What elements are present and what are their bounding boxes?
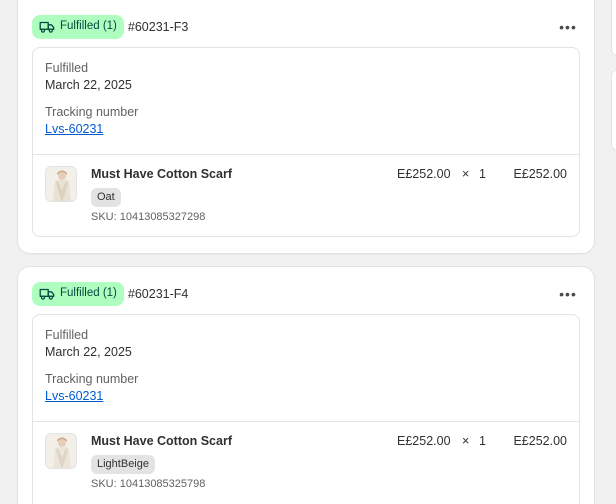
product-name[interactable]: Must Have Cotton Scarf — [91, 434, 232, 448]
variant-badge: Oat — [91, 188, 121, 207]
fulfillment-card: Fulfilled (1) #60231-F3 ••• Fulfilled Ma… — [18, 0, 594, 253]
tracking-number-label: Tracking number — [45, 372, 139, 386]
fulfillment-info: Fulfilled March 22, 2025 Tracking number… — [33, 315, 579, 421]
tracking-number-link[interactable]: Lvs-60231 — [45, 387, 103, 405]
product-name[interactable]: Must Have Cotton Scarf — [91, 167, 232, 181]
badge-label: Fulfilled (1) — [60, 287, 117, 300]
fulfilled-status-badge: Fulfilled (1) — [32, 15, 124, 39]
unit-price: E£252.00 — [397, 434, 451, 448]
fulfillment-date: March 22, 2025 — [45, 78, 132, 92]
badge-label: Fulfilled (1) — [60, 20, 117, 33]
delivery-truck-icon — [39, 288, 55, 300]
fulfillment-order-id: #60231-F3 — [127, 20, 189, 34]
variant-badge: LightBeige — [91, 455, 155, 474]
multiply-sign: × — [462, 434, 470, 448]
line-item: Must Have Cotton Scarf LightBeige SKU: 1… — [33, 421, 579, 504]
delivery-truck-icon — [39, 21, 55, 33]
tracking-number-label: Tracking number — [45, 105, 139, 119]
fulfillment-card-header: Fulfilled (1) #60231-F3 ••• — [32, 14, 580, 40]
more-actions-icon[interactable]: ••• — [556, 282, 580, 306]
unit-price: E£252.00 — [397, 167, 451, 181]
multiply-sign: × — [462, 167, 470, 181]
adjacent-card-edge — [612, 0, 616, 55]
adjacent-card-edge — [612, 70, 616, 150]
line-total: E£252.00 — [513, 434, 567, 448]
line-total: E£252.00 — [513, 167, 567, 181]
fulfillment-info: Fulfilled March 22, 2025 Tracking number… — [33, 48, 579, 154]
fulfillment-status-label: Fulfilled — [45, 61, 89, 75]
product-thumbnail[interactable] — [45, 433, 77, 469]
quantity: 1 — [479, 434, 486, 448]
tracking-number-link[interactable]: Lvs-60231 — [45, 120, 103, 138]
quantity: 1 — [479, 167, 486, 181]
fulfillment-date: March 22, 2025 — [45, 345, 132, 359]
fulfilled-status-badge: Fulfilled (1) — [32, 282, 124, 306]
fulfillment-status-label: Fulfilled — [45, 328, 89, 342]
fulfillment-card: Fulfilled (1) #60231-F4 ••• Fulfilled Ma… — [18, 267, 594, 504]
line-item: Must Have Cotton Scarf Oat SKU: 10413085… — [33, 154, 579, 236]
fulfillment-card-header: Fulfilled (1) #60231-F4 ••• — [32, 281, 580, 307]
product-sku: SKU: 10413085327298 — [91, 211, 206, 223]
product-thumbnail[interactable] — [45, 166, 77, 202]
more-actions-icon[interactable]: ••• — [556, 15, 580, 39]
fulfillment-details-box: Fulfilled March 22, 2025 Tracking number… — [32, 314, 580, 504]
product-sku: SKU: 10413085325798 — [91, 478, 206, 490]
fulfillment-order-id: #60231-F4 — [127, 287, 189, 301]
fulfillment-details-box: Fulfilled March 22, 2025 Tracking number… — [32, 47, 580, 237]
